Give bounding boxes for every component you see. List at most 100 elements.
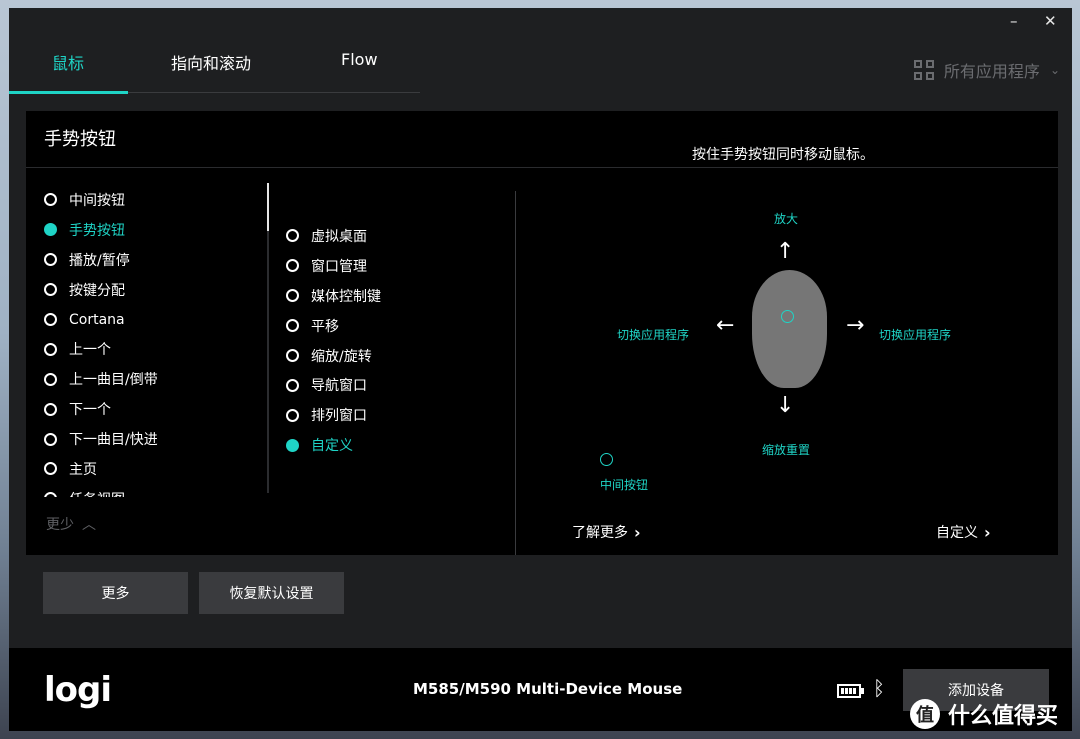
option-window-management[interactable]: 窗口管理 <box>286 251 486 281</box>
radio-icon <box>44 402 57 416</box>
show-less-button[interactable]: 更少 ︿ <box>46 514 96 534</box>
option-task-view[interactable]: 任务视图 <box>44 484 264 497</box>
option-label: 缩放/旋转 <box>311 348 372 365</box>
radio-icon <box>44 492 57 497</box>
option-label: 主页 <box>69 461 97 478</box>
customize-link[interactable]: 自定义 › <box>936 522 991 542</box>
option-label: 排列窗口 <box>311 408 367 425</box>
option-keystroke[interactable]: 按键分配 <box>44 275 264 305</box>
radio-icon <box>286 408 299 422</box>
gesture-left-label[interactable]: 切换应用程序 <box>617 326 689 343</box>
learn-more-link[interactable]: 了解更多 › <box>572 522 641 542</box>
battery-icon <box>837 684 864 698</box>
option-previous[interactable]: 上一个 <box>44 334 264 364</box>
option-label: 平移 <box>311 318 339 335</box>
option-pan[interactable]: 平移 <box>286 311 486 341</box>
option-play-pause[interactable]: 播放/暂停 <box>44 245 264 275</box>
top-navigation: 鼠标 指向和滚动 Flow 所有应用程序 ⌄ <box>9 38 1072 94</box>
option-label: 下一个 <box>69 402 111 419</box>
mouse-illustration <box>752 270 827 388</box>
tab-mouse[interactable]: 鼠标 <box>52 50 84 74</box>
gesture-hint: 按住手势按钮同时移动鼠标。 <box>692 147 874 163</box>
watermark-text: 什么值得买 <box>948 704 1059 729</box>
options-window: – ✕ 鼠标 指向和滚动 Flow 所有应用程序 ⌄ 手势按钮 按住手势按钮同时… <box>9 8 1072 731</box>
restore-defaults-button[interactable]: 恢复默认设置 <box>199 572 344 614</box>
option-label: 媒体控制键 <box>311 288 381 305</box>
active-tab-indicator <box>9 91 128 94</box>
radio-icon <box>44 342 57 356</box>
option-next[interactable]: 下一个 <box>44 394 264 424</box>
watermark: 值 什么值得买 <box>910 698 1058 730</box>
option-gesture-button[interactable]: 手势按钮 <box>44 215 264 245</box>
radio-icon <box>44 253 57 267</box>
chevron-down-icon: ⌄ <box>1049 63 1060 77</box>
radio-icon <box>44 283 57 297</box>
radio-icon <box>286 349 299 362</box>
radio-selected-icon <box>286 438 299 452</box>
option-label: 中间按钮 <box>69 192 125 209</box>
grid-icon <box>913 60 934 80</box>
option-label: 任务视图 <box>69 489 125 497</box>
chevron-right-icon: › <box>984 522 991 542</box>
app-selector-label: 所有应用程序 <box>943 62 1040 81</box>
panel-title: 手势按钮 <box>44 129 116 150</box>
option-home[interactable]: 主页 <box>44 454 264 484</box>
radio-icon <box>286 378 299 392</box>
option-virtual-desktop[interactable]: 虚拟桌面 <box>286 221 486 251</box>
option-cortana[interactable]: Cortana <box>44 305 264 335</box>
logi-logo: logi <box>44 670 112 710</box>
radio-icon <box>286 259 299 273</box>
radio-icon <box>44 432 57 446</box>
middle-button-marker <box>600 453 613 466</box>
radio-icon <box>44 313 57 326</box>
minimize-button[interactable]: – <box>1010 12 1018 30</box>
option-label: 手势按钮 <box>69 222 125 239</box>
more-button[interactable]: 更多 <box>43 572 188 614</box>
gesture-map: 放大 ↑ 切换应用程序 ← → 切换应用程序 ↓ 缩放重置 中间按钮 了解更多 ›… <box>516 191 1058 555</box>
app-selector[interactable]: 所有应用程序 ⌄ <box>913 58 1060 82</box>
option-previous-track[interactable]: 上一曲目/倒带 <box>44 364 264 394</box>
chevron-right-icon: › <box>634 522 641 542</box>
close-button[interactable]: ✕ <box>1044 12 1057 30</box>
panel-divider <box>26 167 1058 168</box>
bluetooth-icon: ᛒ <box>873 676 885 700</box>
arrow-left-icon: ← <box>716 313 735 338</box>
radio-icon <box>44 462 57 476</box>
radio-selected-icon <box>44 223 57 237</box>
option-label: 导航窗口 <box>311 378 367 395</box>
radio-icon <box>286 289 299 303</box>
radio-icon <box>44 193 57 207</box>
arrow-up-icon: ↑ <box>776 239 795 264</box>
arrow-right-icon: → <box>846 313 865 338</box>
scrollbar-thumb[interactable] <box>267 183 269 231</box>
option-media-controls[interactable]: 媒体控制键 <box>286 281 486 311</box>
arrow-down-icon: ↓ <box>776 393 795 418</box>
chevron-up-icon: ︿ <box>82 517 96 533</box>
tab-divider <box>128 92 420 93</box>
customize-label: 自定义 <box>936 525 978 541</box>
middle-button-label[interactable]: 中间按钮 <box>600 476 648 493</box>
option-label: 按键分配 <box>69 282 125 299</box>
device-name: M585/M590 Multi-Device Mouse <box>413 680 683 698</box>
radio-icon <box>286 229 299 243</box>
gesture-panel: 手势按钮 按住手势按钮同时移动鼠标。 中间按钮 手势按钮 播放/暂停 按键分配 … <box>26 111 1058 555</box>
gesture-right-label[interactable]: 切换应用程序 <box>879 326 951 343</box>
option-arrange-windows[interactable]: 排列窗口 <box>286 400 486 430</box>
watermark-logo-icon: 值 <box>910 699 940 729</box>
option-middle-button[interactable]: 中间按钮 <box>44 185 264 215</box>
gesture-down-label[interactable]: 缩放重置 <box>762 441 810 458</box>
tab-point-and-scroll[interactable]: 指向和滚动 <box>171 50 251 74</box>
scrollbar[interactable] <box>267 183 269 493</box>
option-label: 窗口管理 <box>311 258 367 275</box>
option-zoom-rotate[interactable]: 缩放/旋转 <box>286 341 486 371</box>
gesture-up-label[interactable]: 放大 <box>774 210 798 227</box>
option-label: 下一曲目/快进 <box>69 432 158 449</box>
option-label: Cortana <box>69 311 125 328</box>
option-custom[interactable]: 自定义 <box>286 430 486 460</box>
option-navigate-windows[interactable]: 导航窗口 <box>286 370 486 400</box>
option-label: 播放/暂停 <box>69 252 130 269</box>
tab-flow[interactable]: Flow <box>341 50 378 69</box>
option-label: 虚拟桌面 <box>311 228 367 245</box>
option-next-track[interactable]: 下一曲目/快进 <box>44 424 264 454</box>
radio-icon <box>286 319 299 333</box>
